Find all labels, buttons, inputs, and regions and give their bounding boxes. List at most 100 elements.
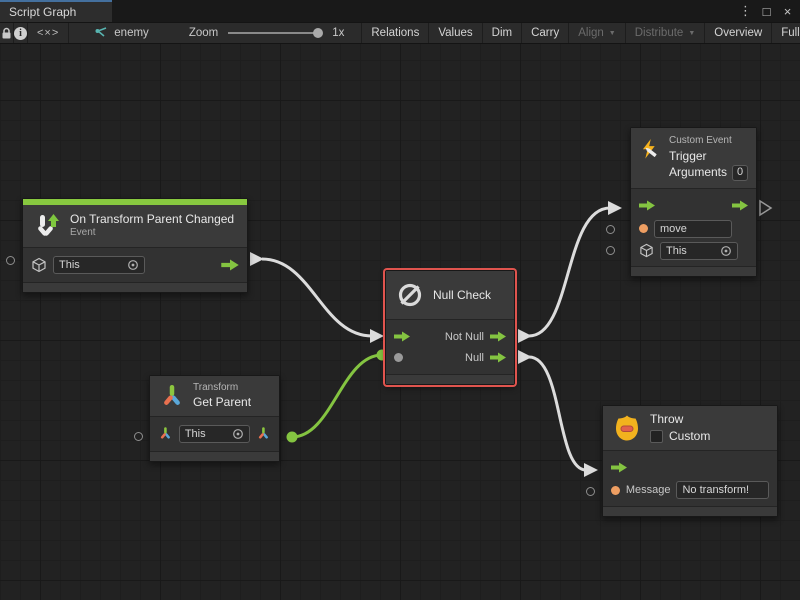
graph-canvas[interactable]: On Transform Parent Changed Event This	[0, 44, 800, 600]
dim-button[interactable]: Dim	[483, 23, 522, 43]
zoom-control: Zoom 1x	[180, 23, 354, 43]
event-name-field[interactable]: move	[654, 220, 732, 238]
value-port[interactable]	[606, 246, 615, 255]
overview-button[interactable]: Overview	[705, 23, 772, 43]
node-subtitle: Event	[70, 227, 234, 240]
node-footer	[603, 506, 777, 516]
value-port[interactable]	[586, 487, 595, 496]
carry-button[interactable]: Carry	[522, 23, 569, 43]
gameobject-cube-icon[interactable]	[639, 243, 654, 258]
arguments-field[interactable]: 0	[732, 165, 748, 181]
flow-output-port-icon[interactable]	[490, 352, 506, 363]
port-label-not-null: Not Null	[445, 331, 484, 343]
maximize-icon[interactable]: □	[758, 2, 775, 20]
custom-checkbox[interactable]	[650, 430, 663, 443]
flow-output-port-icon[interactable]	[732, 200, 748, 211]
object-picker-icon[interactable]	[720, 245, 732, 257]
node-get-parent[interactable]: Transform Get Parent This	[149, 375, 280, 462]
flow-input-port-icon[interactable]	[639, 200, 655, 211]
flow-output-port-icon[interactable]	[490, 331, 506, 342]
align-label: Align	[578, 27, 604, 39]
wire-value-dot-icon	[287, 432, 298, 443]
node-title: Trigger	[669, 149, 748, 164]
message-label: Message	[626, 484, 671, 496]
zoom-slider[interactable]	[228, 32, 318, 34]
wire-event-to-nullcheck	[262, 259, 372, 336]
flow-output-port-icon[interactable]	[221, 259, 239, 271]
node-title: Get Parent	[193, 395, 251, 410]
menu-icon[interactable]: ⋮	[737, 2, 754, 20]
dim-label: Dim	[492, 27, 512, 39]
node-footer	[23, 282, 247, 292]
fullscreen-label: Full Screen	[781, 27, 800, 39]
node-throw[interactable]: Throw Custom Message No transform!	[602, 405, 778, 517]
wire-start-arrow-icon	[518, 350, 532, 364]
wire-getparent-to-nullcheck	[292, 355, 382, 437]
relations-button[interactable]: Relations	[362, 23, 429, 43]
flow-input-port-icon[interactable]	[394, 331, 410, 342]
close-icon[interactable]: ×	[779, 2, 796, 20]
node-title: On Transform Parent Changed	[70, 212, 234, 227]
transform-event-icon	[32, 211, 62, 241]
transform-icon	[159, 383, 185, 409]
node-category: Custom Event	[669, 135, 748, 148]
node-title: Null Check	[433, 288, 491, 302]
values-label: Values	[438, 27, 472, 39]
object-picker-icon[interactable]	[127, 259, 139, 271]
node-footer	[150, 451, 279, 461]
message-value: No transform!	[682, 484, 763, 496]
flow-input-port-icon[interactable]	[611, 462, 627, 473]
transform-output-port-icon[interactable]	[256, 426, 271, 441]
message-field[interactable]: No transform!	[676, 481, 769, 499]
inspect-button[interactable]: i	[14, 23, 28, 43]
info-icon: i	[14, 27, 27, 40]
null-check-icon	[395, 280, 425, 310]
chevron-down-icon: ▼	[609, 30, 616, 37]
window-tab-bar: Script Graph ⋮ □ ×	[0, 0, 800, 22]
lock-button[interactable]	[0, 23, 14, 43]
tab-script-graph[interactable]: Script Graph	[0, 0, 112, 22]
node-header: On Transform Parent Changed Event	[23, 205, 247, 247]
wire-notnull-to-trigger	[529, 208, 610, 336]
distribute-label: Distribute	[635, 27, 684, 39]
target-field[interactable]: This	[53, 256, 145, 274]
carry-label: Carry	[531, 27, 559, 39]
align-button[interactable]: Align ▼	[569, 23, 626, 43]
gameobject-cube-icon	[31, 257, 47, 273]
target-field[interactable]: This	[660, 242, 738, 260]
tab-title: Script Graph	[9, 5, 76, 19]
values-button[interactable]: Values	[429, 23, 482, 43]
graph-toolbar: i <×> enemy Zoom 1x Relations Values Dim…	[0, 22, 800, 44]
node-null-check[interactable]: Null Check Not Null Null	[385, 270, 515, 385]
zoom-slider-knob[interactable]	[313, 28, 323, 38]
zoom-value: 1x	[332, 27, 344, 39]
target-field[interactable]: This	[179, 425, 250, 443]
node-header: Custom Event Trigger Arguments 0	[631, 128, 756, 188]
distribute-button[interactable]: Distribute ▼	[626, 23, 706, 43]
relations-label: Relations	[371, 27, 419, 39]
node-on-transform-parent-changed[interactable]: On Transform Parent Changed Event This	[22, 198, 248, 293]
graph-name-area: enemy	[85, 23, 158, 43]
target-value: This	[59, 259, 123, 271]
overview-label: Overview	[714, 27, 762, 39]
code-view-button[interactable]: <×>	[28, 23, 69, 43]
value-port[interactable]	[606, 225, 615, 234]
wire-null-to-throw	[529, 357, 586, 470]
wire-end-arrow-icon	[584, 463, 598, 477]
event-name-value: move	[660, 223, 726, 235]
custom-checkbox-label: Custom	[669, 429, 710, 444]
transform-port-icon[interactable]	[158, 426, 173, 441]
value-port[interactable]	[6, 256, 15, 265]
value-input-port-icon[interactable]	[611, 486, 620, 495]
value-input-port-icon[interactable]	[639, 224, 648, 233]
value-port[interactable]	[134, 432, 143, 441]
wire-start-arrow-icon	[250, 252, 264, 266]
fullscreen-button[interactable]: Full Screen	[772, 23, 800, 43]
unconnected-flow-port-icon	[760, 201, 771, 215]
window-controls: ⋮ □ ×	[737, 0, 796, 22]
node-footer	[631, 266, 756, 276]
node-trigger-custom-event[interactable]: Custom Event Trigger Arguments 0	[630, 127, 757, 277]
value-input-port-icon[interactable]	[394, 353, 403, 362]
node-header: Throw Custom	[603, 406, 777, 450]
object-picker-icon[interactable]	[232, 428, 244, 440]
